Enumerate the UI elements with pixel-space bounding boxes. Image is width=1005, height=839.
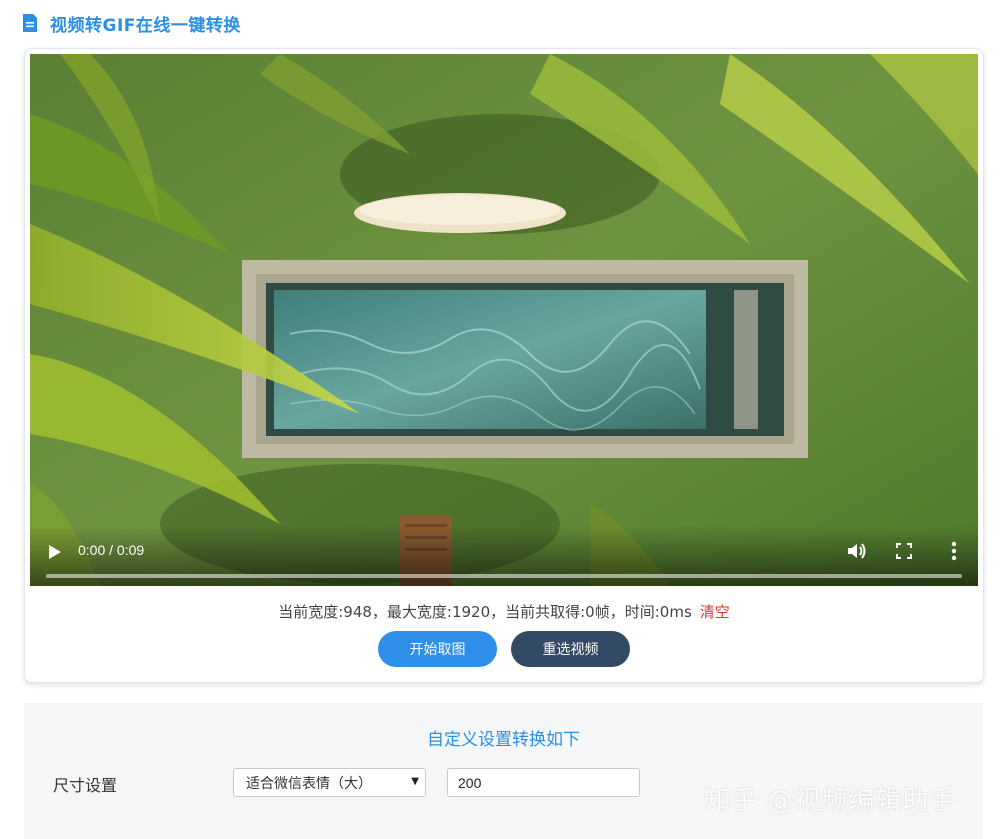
video-player[interactable]: 0:00 / 0:09 <box>30 54 978 586</box>
reselect-video-button[interactable]: 重选视频 <box>511 631 630 667</box>
frame-info-text: 当前宽度:948，最大宽度:1920，当前共取得:0帧，时间:0ms <box>278 603 692 621</box>
frame-info: 当前宽度:948，最大宽度:1920，当前共取得:0帧，时间:0ms 清空 <box>25 601 983 622</box>
page-header: 视频转GIF在线一键转换 <box>22 10 241 36</box>
settings-panel: 自定义设置转换如下 尺寸设置 适合微信表情（大） ▼ <box>24 703 983 839</box>
document-icon <box>22 13 38 33</box>
size-input[interactable] <box>447 768 640 797</box>
video-controls: 0:00 / 0:09 <box>30 526 978 586</box>
progress-bar[interactable] <box>46 574 962 578</box>
video-frame <box>30 54 978 586</box>
dropdown-arrow-icon: ▼ <box>411 776 419 787</box>
settings-title: 自定义设置转换如下 <box>427 730 580 750</box>
video-card: 0:00 / 0:09 当前宽度:948，最大宽度:1920，当前共取得:0帧，… <box>24 48 984 683</box>
page: 视频转GIF在线一键转换 0:00 / 0:09 当前宽度:948，最大宽度:1… <box>0 0 1005 839</box>
fullscreen-icon[interactable] <box>896 543 912 559</box>
size-setting-label: 尺寸设置 <box>53 776 118 795</box>
page-title: 视频转GIF在线一键转换 <box>50 15 241 36</box>
more-vertical-icon[interactable] <box>948 541 960 561</box>
clear-link[interactable]: 清空 <box>700 603 730 621</box>
size-preset-value: 适合微信表情（大） <box>246 775 372 792</box>
start-capture-button[interactable]: 开始取图 <box>378 631 497 667</box>
play-icon[interactable] <box>48 544 62 560</box>
time-display: 0:00 / 0:09 <box>78 542 145 558</box>
action-buttons: 开始取图 重选视频 <box>25 631 983 667</box>
watermark: 知乎 @视频编辑助手 <box>704 786 957 816</box>
volume-icon[interactable] <box>846 541 868 561</box>
size-preset-select[interactable]: 适合微信表情（大） ▼ <box>233 768 426 797</box>
